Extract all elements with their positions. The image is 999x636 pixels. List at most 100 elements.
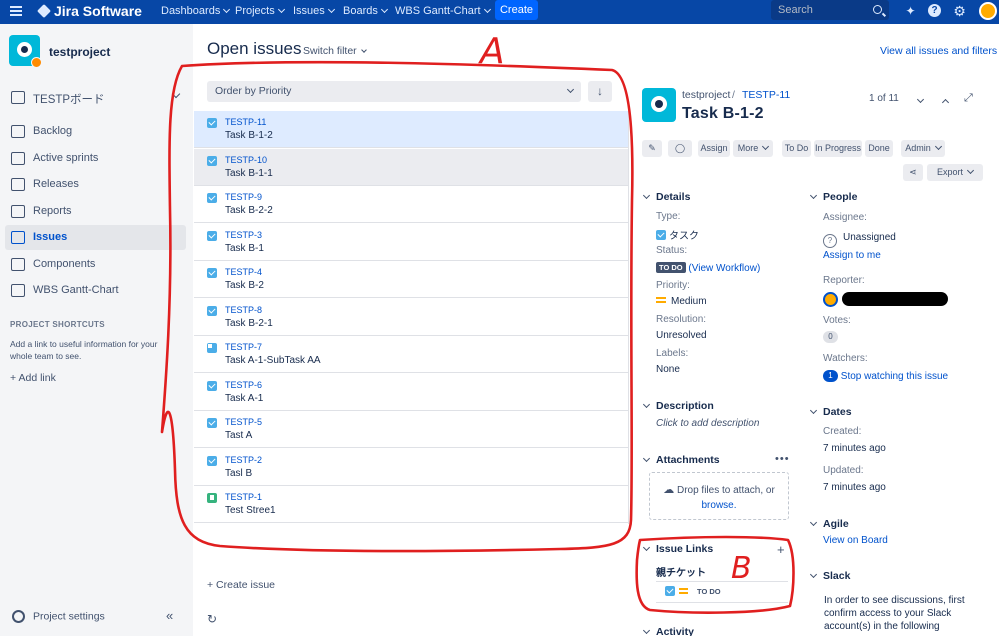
stop-watching-link[interactable]: Stop watching this issue: [841, 371, 948, 382]
issue-row[interactable]: TESTP-1 Test Stree1: [194, 486, 628, 523]
create-issue-button[interactable]: + Create issue: [207, 579, 275, 591]
attachment-drop-zone[interactable]: ☁ Drop files to attach, or browse.: [649, 472, 789, 520]
edit-button[interactable]: ✎: [642, 140, 662, 157]
sidebar-item-releases[interactable]: Releases: [5, 172, 186, 197]
jira-logo-icon[interactable]: [37, 4, 51, 18]
brand-name[interactable]: Jira Software: [54, 3, 142, 19]
breadcrumb-project[interactable]: testproject: [682, 89, 730, 101]
issue-row[interactable]: TESTP-9 Task B-2-2: [194, 186, 628, 223]
in-progress-button[interactable]: In Progress: [814, 140, 862, 157]
assign-to-me-link[interactable]: Assign to me: [823, 250, 881, 261]
issue-key[interactable]: TESTP-4: [225, 267, 262, 277]
view-on-board-link[interactable]: View on Board: [823, 535, 888, 546]
reports-icon: [11, 205, 25, 218]
jira-app: Jira Software Dashboards Projects Issues…: [0, 0, 999, 636]
attachments-section-header[interactable]: Attachments: [644, 454, 720, 466]
add-issue-link-icon[interactable]: +: [777, 542, 785, 557]
slack-section-header[interactable]: Slack: [811, 570, 850, 582]
user-avatar[interactable]: [979, 2, 997, 20]
view-workflow-link[interactable]: (View Workflow): [688, 263, 760, 274]
issue-row[interactable]: TESTP-5 Tast A: [194, 411, 628, 448]
sidebar-item-backlog[interactable]: Backlog: [5, 119, 186, 144]
issue-key[interactable]: TESTP-3: [225, 230, 262, 240]
issue-key[interactable]: TESTP-10: [225, 155, 267, 165]
search-input[interactable]: Search: [771, 0, 889, 20]
issue-row[interactable]: TESTP-6 Task A-1: [194, 374, 628, 411]
nav-wbs-gantt-chart[interactable]: WBS Gantt-Chart: [395, 5, 490, 17]
to-do-button[interactable]: To Do: [782, 140, 811, 157]
more-icon[interactable]: •••: [775, 453, 790, 465]
project-settings-link[interactable]: Project settings: [12, 610, 105, 623]
create-button[interactable]: Create: [495, 0, 538, 20]
menu-icon[interactable]: [10, 6, 22, 18]
comment-button[interactable]: ◯: [668, 140, 692, 157]
nav-issues[interactable]: Issues: [293, 5, 334, 17]
issue-key[interactable]: TESTP-5: [225, 417, 262, 427]
issue-row[interactable]: TESTP-10 Task B-1-1: [194, 148, 628, 186]
breadcrumb-issue-key[interactable]: TESTP-11: [742, 89, 790, 101]
export-button[interactable]: Export: [927, 164, 983, 181]
share-button[interactable]: ⋖: [903, 164, 923, 181]
watchers-value[interactable]: 1 Stop watching this issue: [823, 370, 948, 382]
issue-key[interactable]: TESTP-11: [225, 117, 266, 127]
view-all-issues-link[interactable]: View all issues and filters: [880, 45, 997, 57]
issue-links-section-header[interactable]: Issue Links: [644, 543, 713, 555]
issue-key[interactable]: TESTP-7: [225, 342, 262, 352]
description-section-header[interactable]: Description: [644, 400, 714, 412]
issue-row[interactable]: TESTP-2 Tasl B: [194, 449, 628, 486]
notifications-icon[interactable]: ✦: [903, 4, 918, 19]
done-button[interactable]: Done: [865, 140, 893, 157]
sidebar-item-issues[interactable]: Issues: [5, 225, 186, 250]
labels-value[interactable]: None: [656, 364, 680, 375]
issue-row[interactable]: TESTP-11 Task B-1-2: [194, 111, 628, 148]
dates-section-header[interactable]: Dates: [811, 406, 852, 418]
nav-dashboards[interactable]: Dashboards: [161, 5, 229, 17]
reporter-avatar[interactable]: [823, 292, 838, 307]
issue-row[interactable]: TESTP-8 Task B-2-1: [194, 299, 628, 336]
issue-row[interactable]: TESTP-7 Task A-1-SubTask AA: [194, 336, 628, 373]
browse-link[interactable]: browse.: [701, 500, 736, 511]
activity-section-header[interactable]: Activity: [644, 626, 694, 636]
sidebar-item-active-sprints[interactable]: Active sprints: [5, 146, 186, 171]
project-avatar[interactable]: [9, 35, 42, 68]
status-badge: TO DO: [656, 262, 686, 273]
refresh-icon[interactable]: ↻: [207, 612, 217, 626]
next-issue-icon[interactable]: [916, 95, 925, 104]
people-section-header[interactable]: People: [811, 191, 857, 203]
settings-icon[interactable]: ⚙: [952, 4, 967, 19]
project-name[interactable]: testproject: [49, 45, 110, 59]
agile-section-header[interactable]: Agile: [811, 518, 849, 530]
collapse-sidebar-icon[interactable]: «: [166, 608, 173, 623]
admin-button[interactable]: Admin: [901, 140, 945, 157]
type-label: Type:: [656, 211, 681, 222]
sort-direction-button[interactable]: ↓: [588, 81, 612, 102]
details-section-header[interactable]: Details: [644, 191, 690, 203]
sidebar-item-components[interactable]: Components: [5, 252, 186, 277]
issue-key[interactable]: TESTP-9: [225, 192, 262, 202]
sidebar-board-selector[interactable]: TESTPボード: [5, 85, 186, 110]
switch-filter-button[interactable]: Switch filter: [303, 45, 367, 57]
nav-boards[interactable]: Boards: [343, 5, 387, 17]
votes-value[interactable]: 0: [823, 331, 838, 343]
description-placeholder[interactable]: Click to add description: [656, 418, 759, 429]
issue-key[interactable]: TESTP-8: [225, 305, 262, 315]
nav-projects[interactable]: Projects: [235, 5, 284, 17]
list-scrollbar[interactable]: [628, 111, 629, 524]
help-icon[interactable]: ?: [928, 4, 941, 17]
sidebar-item-reports[interactable]: Reports: [5, 199, 186, 224]
issue-row[interactable]: TESTP-3 Task B-1: [194, 224, 628, 261]
issue-key[interactable]: TESTP-6: [225, 380, 262, 390]
sidebar-item-wbs-gantt-chart[interactable]: WBS Gantt-Chart: [5, 278, 186, 303]
add-link-button[interactable]: + Add link: [10, 372, 56, 384]
expand-icon[interactable]: ⤢: [964, 92, 973, 105]
assignee-value[interactable]: ? Unassigned: [823, 232, 896, 248]
assign-button[interactable]: Assign: [698, 140, 730, 157]
issue-title[interactable]: Task B-1-2: [682, 105, 764, 123]
issue-key[interactable]: TESTP-1: [225, 492, 262, 502]
order-by-select[interactable]: Order by Priority: [207, 81, 581, 102]
issue-key[interactable]: TESTP-2: [225, 455, 262, 465]
search-icon[interactable]: [873, 5, 882, 14]
previous-issue-icon[interactable]: [941, 98, 950, 107]
more-button[interactable]: More: [733, 140, 773, 157]
issue-row[interactable]: TESTP-4 Task B-2: [194, 261, 628, 298]
